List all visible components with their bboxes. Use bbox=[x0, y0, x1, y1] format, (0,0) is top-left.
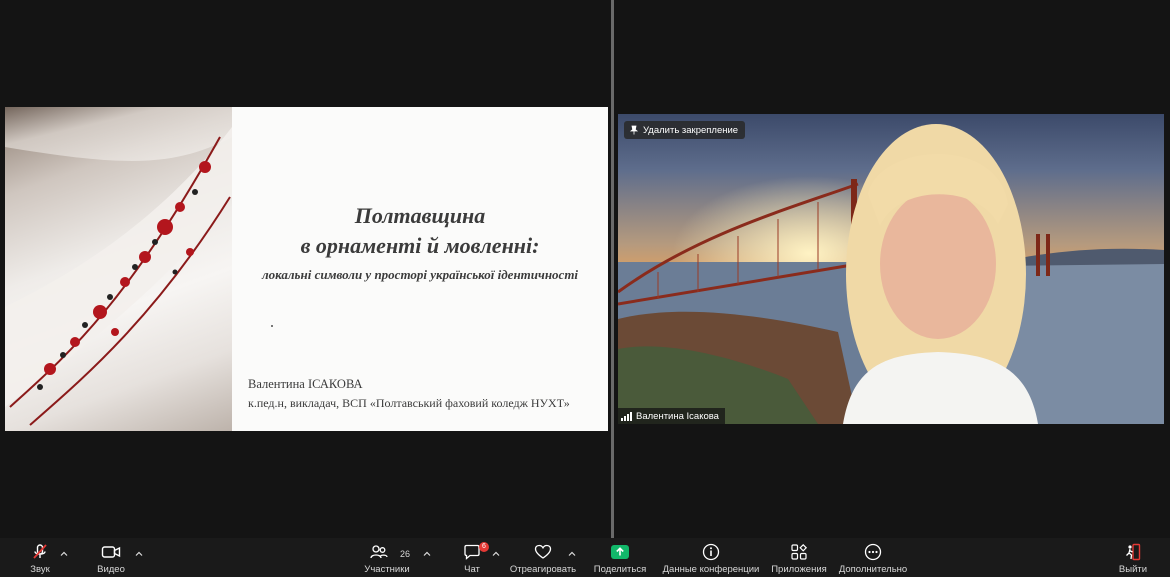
more-button[interactable]: Дополнительно bbox=[838, 541, 908, 577]
exit-door-icon bbox=[1126, 543, 1141, 561]
share-screen-icon bbox=[611, 545, 629, 559]
pin-icon bbox=[629, 125, 639, 135]
info-icon bbox=[702, 543, 720, 561]
apps-label: Приложения bbox=[771, 564, 827, 575]
leave-label: Выйти bbox=[1118, 564, 1148, 575]
participants-button[interactable]: Участники bbox=[362, 541, 412, 577]
embroidery-photo bbox=[5, 107, 232, 431]
unpin-button[interactable]: Удалить закрепление bbox=[624, 121, 746, 139]
video-camera-icon bbox=[101, 546, 121, 558]
apps-button[interactable]: Приложения bbox=[769, 541, 829, 577]
meeting-toolbar: Звук Видео Участники 26 Чат 6 Отреагиров… bbox=[0, 538, 1170, 577]
participants-icon bbox=[370, 545, 388, 559]
split-divider[interactable] bbox=[611, 0, 614, 538]
apps-icon bbox=[791, 543, 808, 560]
video-button[interactable]: Видео bbox=[96, 541, 126, 577]
more-label: Дополнительно bbox=[838, 564, 908, 575]
leave-button[interactable]: Выйти bbox=[1118, 541, 1148, 577]
heart-icon bbox=[534, 544, 552, 559]
slide-dot bbox=[271, 325, 273, 327]
participant-name: Валентина Ісакова bbox=[636, 410, 719, 422]
more-options-icon bbox=[864, 543, 882, 561]
audio-options-chevron-icon[interactable] bbox=[60, 550, 68, 558]
audio-label: Звук bbox=[30, 564, 50, 575]
participants-options-chevron-icon[interactable] bbox=[423, 550, 431, 558]
slide-subtitle: локальні символи у просторі української … bbox=[261, 267, 579, 282]
react-button[interactable]: Отреагировать bbox=[510, 541, 576, 577]
shared-screen-slide: Полтавщина в орнаменті й мовленні: локал… bbox=[5, 107, 608, 431]
slide-text-panel: Полтавщина в орнаменті й мовленні: локал… bbox=[232, 107, 608, 431]
react-label: Отреагировать bbox=[509, 564, 577, 575]
share-screen-button[interactable]: Поделиться bbox=[592, 541, 648, 577]
muted-microphone-icon bbox=[33, 544, 47, 559]
slide-author-name: Валентина ІСАКОВА bbox=[248, 377, 363, 391]
virtual-background-image bbox=[618, 114, 1164, 424]
video-label: Видео bbox=[97, 564, 125, 575]
participant-video-tile[interactable]: Удалить закрепление Валентина Ісакова bbox=[618, 114, 1164, 424]
share-label: Поделиться bbox=[593, 564, 647, 575]
chat-unread-badge: 6 bbox=[479, 542, 489, 552]
chat-options-chevron-icon[interactable] bbox=[492, 550, 500, 558]
video-options-chevron-icon[interactable] bbox=[135, 550, 143, 558]
embroidery-pattern-image bbox=[5, 107, 232, 426]
react-options-chevron-icon[interactable] bbox=[568, 550, 576, 558]
slide-title-line1: Полтавщина bbox=[354, 203, 486, 228]
audio-button[interactable]: Звук bbox=[26, 541, 54, 577]
unpin-label: Удалить закрепление bbox=[643, 124, 739, 136]
slide-title-line2: в орнаменті й мовленні: bbox=[300, 233, 540, 258]
slide-author-details: к.пед.н, викладач, ВСП «Полтавський фахо… bbox=[248, 396, 570, 410]
participants-label: Участники bbox=[364, 564, 410, 575]
chat-label: Чат bbox=[464, 564, 480, 575]
meeting-info-label: Данные конференции bbox=[662, 564, 760, 575]
participant-name-tag: Валентина Ісакова bbox=[618, 408, 725, 424]
participants-count: 26 bbox=[400, 549, 411, 559]
meeting-stage: Полтавщина в орнаменті й мовленні: локал… bbox=[0, 0, 1170, 538]
meeting-info-button[interactable]: Данные конференции bbox=[661, 541, 761, 577]
signal-strength-icon bbox=[621, 411, 632, 421]
